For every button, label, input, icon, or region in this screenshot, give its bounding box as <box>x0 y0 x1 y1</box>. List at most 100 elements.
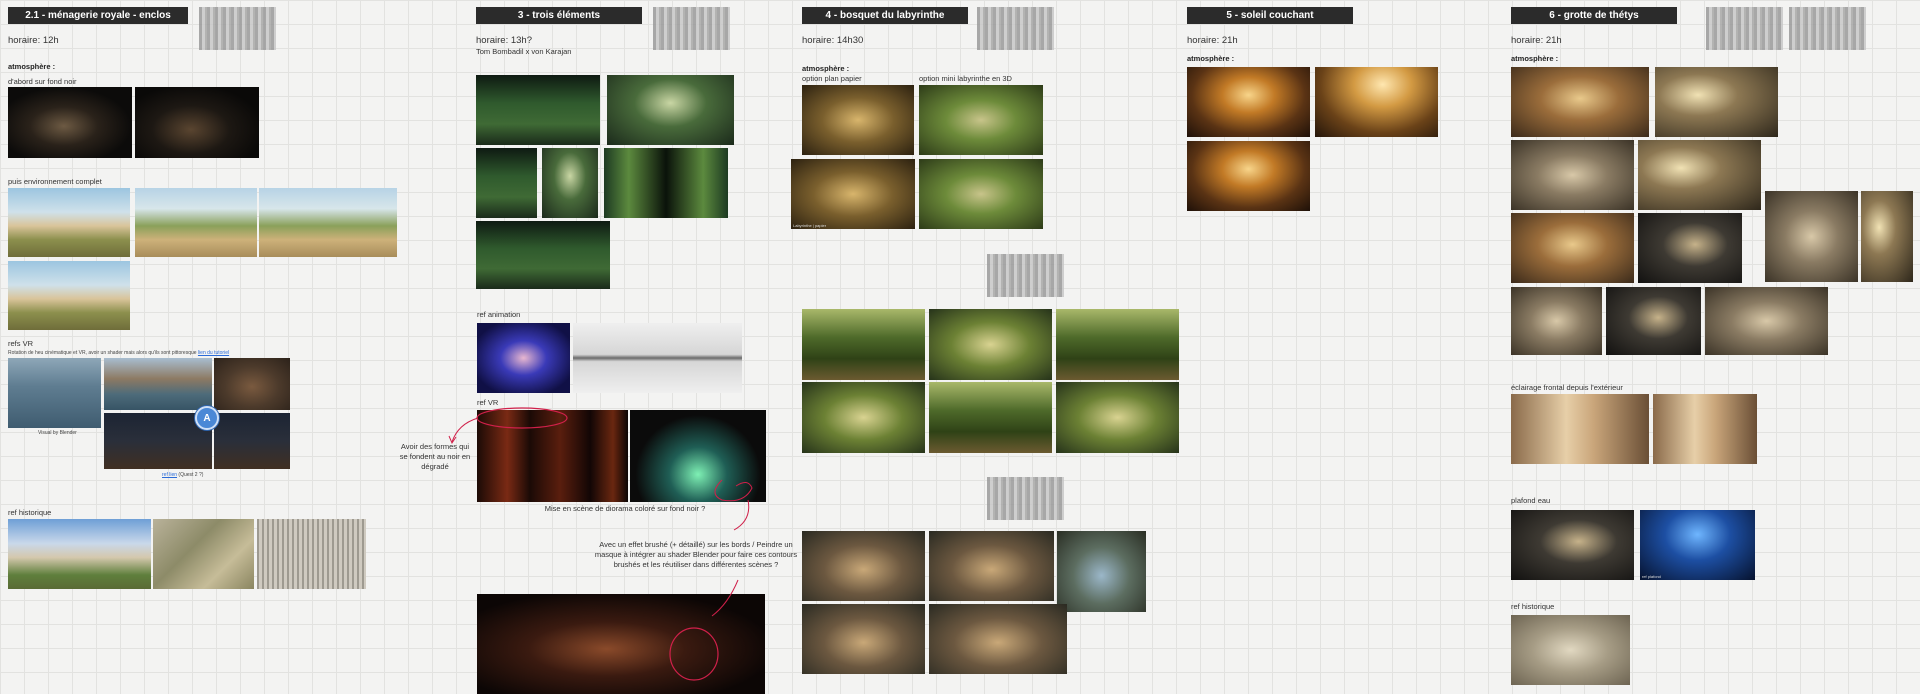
grotto-image-2[interactable] <box>1655 67 1778 137</box>
section-title-badge[interactable]: 2.1 - ménagerie royale - enclos <box>8 7 188 24</box>
label-ref-historique: ref historique <box>1511 602 1555 611</box>
sunset-king-image-2[interactable] <box>1315 67 1438 137</box>
section-thumbnail-sketch[interactable] <box>977 7 1054 50</box>
historic-palace-image[interactable] <box>8 519 151 589</box>
hedge-image-5[interactable] <box>476 221 610 289</box>
animation-ref-image-2[interactable] <box>573 323 742 393</box>
grotto-image-1[interactable] <box>1511 67 1649 137</box>
fountain-image-2[interactable] <box>929 531 1054 601</box>
note-formes-noir: Avoir des formes qui se fondent au noir … <box>399 442 471 472</box>
menagerie-park-image-4[interactable] <box>8 261 130 330</box>
forest-path-image-2[interactable] <box>929 309 1052 380</box>
section-thumbnail-sketch-1[interactable] <box>1706 7 1783 50</box>
atmosphere-label: atmosphère : <box>802 64 850 73</box>
diorama-stage-image[interactable] <box>477 594 765 694</box>
vr-note: Rotation de heu cinématique et VR, avoir… <box>8 350 238 356</box>
label-refs-vr: refs VR <box>8 339 34 348</box>
note-diorama: Mise en scène de diorama coloré sur fond… <box>544 504 706 513</box>
horaire-label: horaire: 14h30 <box>802 35 864 46</box>
vr-ref-link[interactable]: ref lien <box>162 472 177 478</box>
label-ref-animation: ref animation <box>477 310 521 319</box>
ceiling-image-1[interactable] <box>1511 510 1634 580</box>
grotto-image-4[interactable] <box>1638 140 1761 210</box>
section-title-badge[interactable]: 3 - trois éléments <box>476 7 642 24</box>
vr-stone-image[interactable] <box>214 358 290 410</box>
section-thumbnail-sketch[interactable] <box>653 7 730 50</box>
paper-maze-image-2[interactable]: Labyrinthe | papier <box>791 159 915 229</box>
3d-maze-image-1[interactable] <box>919 85 1043 155</box>
lighting-image-1[interactable] <box>1511 394 1649 464</box>
hedge-image-4[interactable] <box>542 148 598 218</box>
section-title-badge[interactable]: 5 - soleil couchant <box>1187 7 1353 24</box>
grotto-image-10[interactable] <box>1606 287 1701 355</box>
menagerie-park-image-2[interactable] <box>135 188 257 257</box>
section-thumbnail-sketch[interactable] <box>199 7 276 50</box>
forest-path-image-5[interactable] <box>929 382 1052 453</box>
vr-water-image[interactable] <box>8 358 101 428</box>
lighting-image-2[interactable] <box>1653 394 1757 464</box>
vr-caption: Visual by Blender <box>38 430 77 436</box>
paper-maze-image-1[interactable] <box>802 85 914 155</box>
animal-dark-image[interactable] <box>135 87 259 158</box>
historic-aerial-image[interactable] <box>153 519 254 589</box>
hedge-corridor-image[interactable] <box>604 148 728 218</box>
vr-note-text: Rotation de heu cinématique et VR, avoir… <box>8 350 197 356</box>
grotto-image-7[interactable] <box>1765 191 1858 282</box>
vr-night-image-2[interactable] <box>214 413 290 469</box>
label-ref-historique: ref historique <box>8 508 52 517</box>
sunset-king-image-3[interactable] <box>1187 141 1310 211</box>
vr-ref-suffix: (Quest 2 ?) <box>178 472 204 478</box>
grotto-image-6[interactable] <box>1638 213 1742 283</box>
grotto-image-11[interactable] <box>1705 287 1828 355</box>
label-ref-vr: ref VR <box>477 398 499 407</box>
section-thumbnail-sketch-2[interactable] <box>1789 7 1866 50</box>
label-plafond-eau: plafond eau <box>1511 496 1551 505</box>
hedge-image-1[interactable] <box>476 75 600 145</box>
forest-path-image-1[interactable] <box>802 309 925 380</box>
historic-grotto-image[interactable] <box>1511 615 1630 685</box>
atmosphere-label: atmosphère : <box>1511 54 1559 63</box>
3d-maze-image-2[interactable] <box>919 159 1043 229</box>
note-brush: Avec un effet brushé (+ détaillé) sur le… <box>594 540 798 570</box>
grotto-image-9[interactable] <box>1511 287 1602 355</box>
atmosphere-label: atmosphère : <box>8 62 56 71</box>
ceiling-water-image[interactable]: ref plafond <box>1640 510 1755 580</box>
forest-path-image-6[interactable] <box>1056 382 1179 453</box>
section-title-badge[interactable]: 6 - grotte de thétys <box>1511 7 1677 24</box>
paper-maze-caption: Labyrinthe | papier <box>793 223 827 228</box>
grotto-image-3[interactable] <box>1511 140 1634 210</box>
fountain-image-1[interactable] <box>802 531 925 601</box>
fountain-image-5[interactable] <box>929 604 1067 674</box>
forest-path-image-3[interactable] <box>1056 309 1179 380</box>
section-sketch-2[interactable] <box>987 254 1064 297</box>
grotto-image-8[interactable] <box>1861 191 1913 282</box>
animation-ref-image-1[interactable] <box>477 323 570 393</box>
menagerie-park-image-3[interactable] <box>259 188 397 257</box>
forest-path-image-4[interactable] <box>802 382 925 453</box>
annotation-arrow-brush <box>733 499 750 531</box>
section-title-badge[interactable]: 4 - bosquet du labyrinthe <box>802 7 968 24</box>
atmosphere-label: atmosphère : <box>1187 54 1235 63</box>
hedge-image-2[interactable] <box>607 75 734 145</box>
ceiling-caption: ref plafond <box>1642 574 1661 579</box>
historic-engraving-image[interactable] <box>257 519 366 589</box>
subtitle-label: Tom Bombadil x von Karajan <box>476 47 572 56</box>
section-sketch-3[interactable] <box>987 477 1064 520</box>
menagerie-park-image-1[interactable] <box>8 188 130 257</box>
vr-tutorial-link[interactable]: lien du tutoriel <box>198 350 229 356</box>
horaire-label: horaire: 21h <box>1187 35 1238 46</box>
elephant-dark-image[interactable] <box>8 87 132 158</box>
hedge-image-3[interactable] <box>476 148 537 218</box>
fountain-image-3[interactable] <box>1057 531 1146 612</box>
grotto-image-5[interactable] <box>1511 213 1634 283</box>
horaire-label: horaire: 21h <box>1511 35 1562 46</box>
annotation-arrow-left <box>451 417 479 443</box>
vr-diorama-image[interactable] <box>630 410 766 502</box>
sunset-king-image-1[interactable] <box>1187 67 1310 137</box>
label-fond-noir: d'abord sur fond noir <box>8 77 77 86</box>
vr-canal-image[interactable] <box>104 358 212 410</box>
horaire-label: horaire: 13h? <box>476 35 532 46</box>
vr-red-forest-image[interactable] <box>477 410 628 502</box>
option-papier-label: option plan papier <box>802 74 862 83</box>
fountain-image-4[interactable] <box>802 604 925 674</box>
